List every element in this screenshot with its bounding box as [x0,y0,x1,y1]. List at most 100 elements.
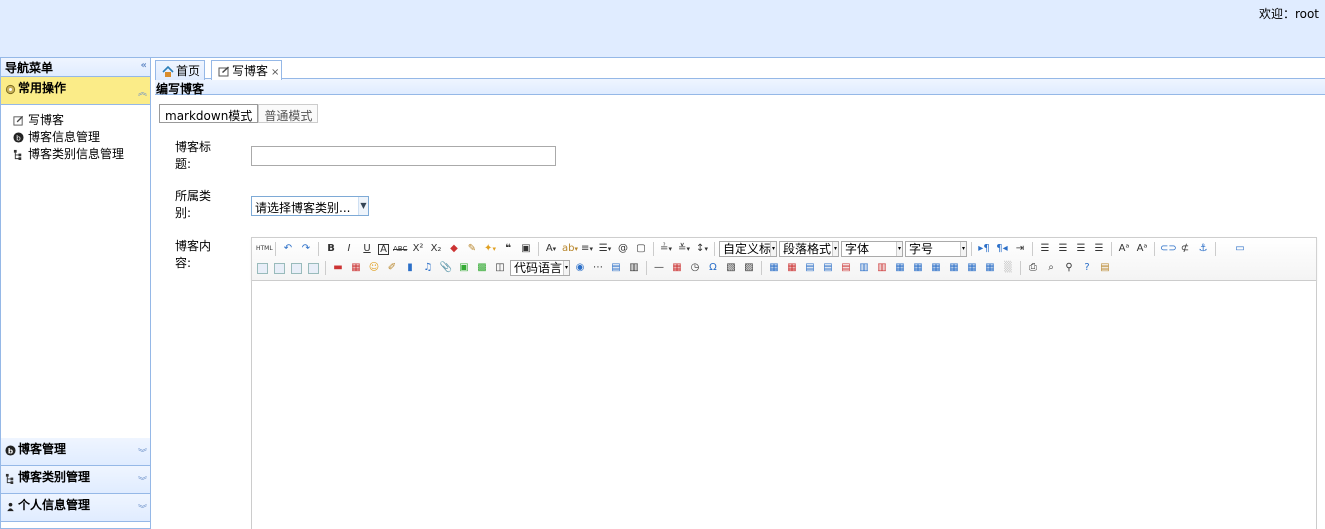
underline-icon[interactable]: U [360,242,374,256]
font-family-select[interactable]: 字体 ▾ [841,241,903,257]
tab-normal-mode[interactable]: 普通模式 [258,104,319,123]
clear-doc-icon[interactable]: ▢ [634,242,648,256]
chevron-down-icon[interactable]: ︾ [138,446,147,459]
print-icon[interactable]: ⎙ [1026,261,1040,275]
html-source-icon[interactable]: HTML [256,242,273,256]
collapse-left-icon[interactable]: « [141,60,147,71]
custom-style-select[interactable]: 自定义标 ▾ [719,241,777,257]
uppercase-icon[interactable]: Aᵃ [1117,242,1131,256]
background-icon[interactable]: ▥ [627,261,641,275]
image-right-icon[interactable] [291,262,302,274]
special-chars-icon[interactable]: Ω [706,261,720,275]
unlink-icon[interactable]: ⊄ [1178,242,1192,256]
chevron-down-icon[interactable]: ︾ [138,474,147,487]
scrawl-icon[interactable]: ✐ [385,261,399,275]
chevron-up-icon[interactable]: ︽ [138,85,147,98]
menu-item-write-blog[interactable]: 写博客 [1,113,150,130]
font-border-icon[interactable]: A [378,243,389,255]
eraser-icon[interactable]: ◆ [447,242,461,256]
category-select[interactable]: 请选择博客类别... ▼ [251,196,369,216]
format-painter-icon[interactable]: ✎ [465,242,479,256]
menu-item-blog-info[interactable]: b 博客信息管理 [1,130,150,147]
font-size-select[interactable]: 字号 ▾ [905,241,967,257]
align-right-icon[interactable]: ☰ [1074,242,1088,256]
blockquote-icon[interactable]: ❝ [501,242,515,256]
bold-icon[interactable]: B [324,242,338,256]
help-icon[interactable]: ? [1080,261,1094,275]
link-icon[interactable]: ⊂⊃ [1160,242,1177,256]
insert-row-icon[interactable]: ▤ [821,261,835,275]
delete-col-icon[interactable]: ▥ [875,261,889,275]
insert-frame-icon[interactable]: ◫ [493,261,507,275]
split-to-cells-icon[interactable]: ▦ [947,261,961,275]
image-center-icon[interactable] [308,262,319,274]
align-left-icon[interactable]: ☰ [1038,242,1052,256]
insert-video-icon[interactable]: ▮ [403,261,417,275]
ordered-list-icon[interactable]: ≡ [580,242,594,256]
anchor-icon[interactable]: ⚓ [1196,242,1210,256]
indent-icon[interactable]: ⇥ [1013,242,1027,256]
delete-row-icon[interactable]: ▤ [839,261,853,275]
redo-icon[interactable]: ↷ [299,242,313,256]
music-icon[interactable]: ♫ [421,261,435,275]
row-spacing-bottom-icon[interactable]: ≚ [677,242,691,256]
ltr-icon[interactable]: ▸¶ [977,242,991,256]
image-left-icon[interactable] [274,262,285,274]
undo-icon[interactable]: ↶ [281,242,295,256]
strikethrough-icon[interactable]: ABC [393,242,407,256]
page-break-icon[interactable]: ⋯ [591,261,605,275]
lowercase-icon[interactable]: Aᵃ [1135,242,1149,256]
emotion-icon[interactable]: ☺ [367,261,381,275]
editor-content-area[interactable] [252,281,1316,528]
insert-col-icon[interactable]: ▥ [857,261,871,275]
align-center-icon[interactable]: ☰ [1056,242,1070,256]
merge-cells-icon[interactable]: ▦ [893,261,907,275]
background-color-icon[interactable]: ab [562,242,576,256]
insert-paragraph-before-table-icon[interactable]: ▤ [803,261,817,275]
paste-plain-icon[interactable]: ▣ [519,242,533,256]
line-height-icon[interactable]: ↕ [695,242,709,256]
auto-format-icon[interactable]: ✦ [483,242,497,256]
italic-icon[interactable]: I [342,242,356,256]
select-all-icon[interactable]: @ [616,242,630,256]
tab-home[interactable]: 首页 [155,60,205,80]
rtl-icon[interactable]: ¶◂ [995,242,1009,256]
blog-title-input[interactable] [251,146,556,166]
drafts-icon[interactable]: ▤ [1098,261,1112,275]
align-justify-icon[interactable]: ☰ [1092,242,1106,256]
snapscreen-icon[interactable]: ▧ [724,261,738,275]
charts-icon[interactable]: ▒ [1001,261,1015,275]
simple-upload-icon[interactable]: ▬ [331,261,345,275]
gmap-icon[interactable]: ▩ [475,261,489,275]
insert-image-icon[interactable]: ▦ [349,261,363,275]
date-icon[interactable]: ▦ [670,261,684,275]
insert-table-icon[interactable]: ▦ [767,261,781,275]
search-replace-icon[interactable]: ⚲ [1062,261,1076,275]
merge-right-icon[interactable]: ▦ [911,261,925,275]
tab-markdown-mode[interactable]: markdown模式 [159,104,259,123]
delete-table-icon[interactable]: ▦ [785,261,799,275]
attachment-icon[interactable]: 📎 [439,261,453,275]
menu-item-blog-category[interactable]: 博客类别信息管理 [1,147,150,164]
word-image-icon[interactable]: ▨ [742,261,756,275]
map-icon[interactable]: ▣ [457,261,471,275]
close-icon[interactable]: × [271,67,279,78]
image-none-icon[interactable] [257,262,268,274]
split-to-cols-icon[interactable]: ▦ [983,261,997,275]
unordered-list-icon[interactable]: ☰ [598,242,612,256]
chevron-down-icon[interactable]: ︾ [138,502,147,515]
subscript-icon[interactable]: X₂ [429,242,443,256]
section-blog-category-management[interactable]: 博客类别管理 ︾ [1,466,150,494]
paragraph-format-select[interactable]: 段落格式 ▾ [779,241,839,257]
font-color-icon[interactable]: A [544,242,558,256]
time-icon[interactable]: ◷ [688,261,702,275]
section-personal-info[interactable]: 个人信息管理 ︾ [1,494,150,522]
superscript-icon[interactable]: X² [411,242,425,256]
merge-down-icon[interactable]: ▦ [929,261,943,275]
split-to-rows-icon[interactable]: ▦ [965,261,979,275]
tab-write-blog[interactable]: 写博客 × [211,60,282,80]
row-spacing-top-icon[interactable]: ≟ [659,242,673,256]
preview-icon[interactable]: ⌕ [1044,261,1058,275]
web-app-icon[interactable]: ◉ [573,261,587,275]
template-icon[interactable]: ▤ [609,261,623,275]
